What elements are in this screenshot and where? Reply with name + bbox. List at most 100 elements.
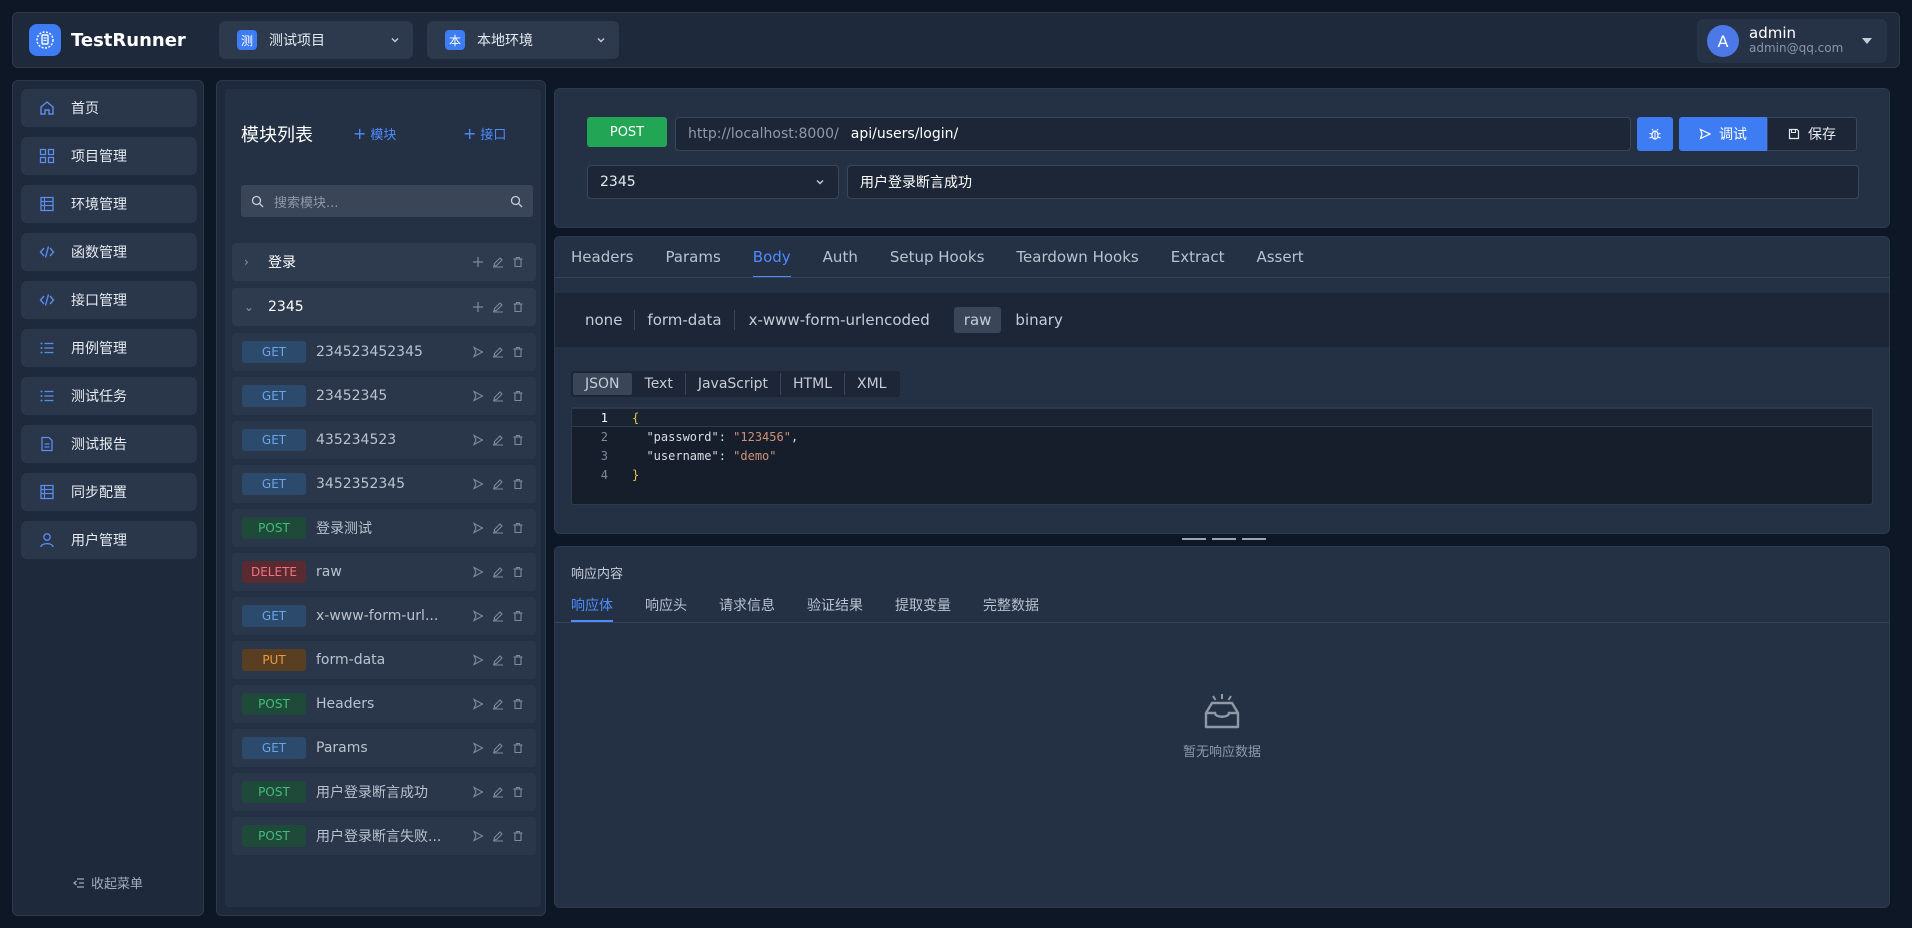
api-list-item[interactable]: DELETE raw [232, 553, 536, 591]
api-list-item[interactable]: POST 登录测试 [232, 509, 536, 547]
run-icon[interactable] [472, 830, 484, 842]
module-search-input[interactable]: 搜索模块... [241, 185, 533, 217]
run-icon[interactable] [472, 434, 484, 446]
tab-params[interactable]: Params [665, 237, 720, 277]
edit-icon[interactable] [492, 346, 504, 358]
run-icon[interactable] [472, 566, 484, 578]
api-list-item[interactable]: GET 234523452345 [232, 333, 536, 371]
run-icon[interactable] [472, 610, 484, 622]
edit-icon[interactable] [492, 522, 504, 534]
tab-setup-hooks[interactable]: Setup Hooks [890, 237, 985, 277]
tab-headers[interactable]: Headers [571, 237, 633, 277]
sidebar-item-users[interactable]: 用户管理 [21, 521, 197, 559]
body-type-binary[interactable]: binary [1001, 310, 1074, 330]
tab-teardown-hooks[interactable]: Teardown Hooks [1016, 237, 1138, 277]
env-selector[interactable]: 本 本地环境 [427, 21, 619, 59]
plus-icon[interactable] [472, 301, 484, 313]
sidebar-item-environments[interactable]: 环境管理 [21, 185, 197, 223]
lang-html[interactable]: HTML [781, 373, 845, 395]
edit-icon[interactable] [492, 610, 504, 622]
trash-icon[interactable] [512, 346, 524, 358]
trash-icon[interactable] [512, 390, 524, 402]
run-icon[interactable] [472, 654, 484, 666]
response-tab[interactable]: 提取变量 [895, 589, 951, 621]
api-list-item[interactable]: GET 23452345 [232, 377, 536, 415]
tab-body[interactable]: Body [752, 237, 791, 278]
api-list-item[interactable]: GET 435234523 [232, 421, 536, 459]
sidebar-item-tasks[interactable]: 测试任务 [21, 377, 197, 415]
app-logo[interactable]: TestRunner [29, 24, 186, 56]
bug-button[interactable] [1637, 117, 1673, 151]
trash-icon[interactable] [512, 478, 524, 490]
body-type-x-www-form-urlencoded[interactable]: x-www-form-urlencoded [735, 310, 942, 330]
edit-icon[interactable] [492, 301, 504, 313]
trash-icon[interactable] [512, 566, 524, 578]
method-select[interactable]: POST [587, 117, 667, 147]
edit-icon[interactable] [492, 390, 504, 402]
code-editor[interactable]: 1 { 2 "password": "123456", 3 "username"… [571, 407, 1873, 505]
edit-icon[interactable] [492, 830, 504, 842]
add-api-button[interactable]: + 接口 [463, 124, 506, 143]
run-icon[interactable] [472, 390, 484, 402]
run-icon[interactable] [472, 786, 484, 798]
trash-icon[interactable] [512, 256, 524, 268]
sidebar-item-home[interactable]: 首页 [21, 89, 197, 127]
edit-icon[interactable] [492, 478, 504, 490]
sidebar-item-functions[interactable]: 函数管理 [21, 233, 197, 271]
api-list-item[interactable]: PUT form-data [232, 641, 536, 679]
lang-xml[interactable]: XML [845, 373, 898, 395]
sidebar-item-projects[interactable]: 项目管理 [21, 137, 197, 175]
api-list-item[interactable]: POST 用户登录断言成功 [232, 773, 536, 811]
api-name-input[interactable]: 用户登录断言成功 [847, 165, 1859, 199]
module-folder[interactable]: › 登录 [232, 243, 536, 281]
trash-icon[interactable] [512, 434, 524, 446]
api-list-item[interactable]: POST Headers [232, 685, 536, 723]
edit-icon[interactable] [492, 256, 504, 268]
lang-json[interactable]: JSON [573, 373, 632, 395]
trash-icon[interactable] [512, 301, 524, 313]
collapse-menu-button[interactable]: 收起菜单 [13, 873, 203, 892]
sidebar-item-sync[interactable]: 同步配置 [21, 473, 197, 511]
response-tab[interactable]: 请求信息 [719, 589, 775, 621]
trash-icon[interactable] [512, 654, 524, 666]
sidebar-item-reports[interactable]: 测试报告 [21, 425, 197, 463]
response-tab[interactable]: 验证结果 [807, 589, 863, 621]
module-select[interactable]: 2345 [587, 165, 839, 199]
tab-assert[interactable]: Assert [1256, 237, 1303, 277]
api-list-item[interactable]: GET 3452352345 [232, 465, 536, 503]
debug-button[interactable]: 调试 [1679, 117, 1767, 151]
api-list-item[interactable]: POST 用户登录断言失败... [232, 817, 536, 855]
trash-icon[interactable] [512, 830, 524, 842]
lang-javascript[interactable]: JavaScript [686, 373, 782, 395]
edit-icon[interactable] [492, 742, 504, 754]
run-icon[interactable] [472, 698, 484, 710]
url-input[interactable]: http://localhost:8000/ api/users/login/ [675, 117, 1631, 151]
body-type-form-data[interactable]: form-data [635, 310, 735, 330]
edit-icon[interactable] [492, 434, 504, 446]
sidebar-item-apis[interactable]: 接口管理 [21, 281, 197, 319]
edit-icon[interactable] [492, 786, 504, 798]
run-icon[interactable] [472, 742, 484, 754]
edit-icon[interactable] [492, 566, 504, 578]
resize-handle[interactable] [1182, 538, 1266, 540]
trash-icon[interactable] [512, 610, 524, 622]
plus-icon[interactable] [472, 256, 484, 268]
user-menu[interactable]: A admin admin@qq.com [1697, 19, 1887, 63]
project-selector[interactable]: 测 测试项目 [219, 21, 413, 59]
run-icon[interactable] [472, 346, 484, 358]
run-icon[interactable] [472, 478, 484, 490]
edit-icon[interactable] [492, 654, 504, 666]
save-button[interactable]: 保存 [1767, 117, 1857, 151]
trash-icon[interactable] [512, 786, 524, 798]
body-type-raw[interactable]: raw [953, 307, 1002, 333]
tab-extract[interactable]: Extract [1171, 237, 1225, 277]
tab-auth[interactable]: Auth [823, 237, 858, 277]
trash-icon[interactable] [512, 522, 524, 534]
response-tab[interactable]: 响应头 [645, 589, 687, 621]
sidebar-item-cases[interactable]: 用例管理 [21, 329, 197, 367]
lang-text[interactable]: Text [633, 373, 686, 395]
body-type-none[interactable]: none [585, 310, 636, 330]
response-tab[interactable]: 完整数据 [983, 589, 1039, 621]
trash-icon[interactable] [512, 698, 524, 710]
run-icon[interactable] [472, 522, 484, 534]
